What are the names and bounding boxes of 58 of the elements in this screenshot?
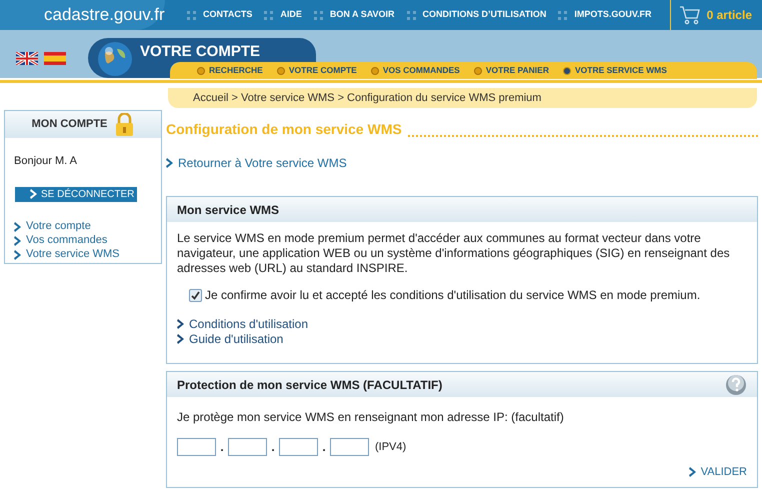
bullet-icon (197, 66, 205, 74)
sidebar-link[interactable]: Vos commandes (26, 232, 108, 249)
account-title: MON COMPTE (32, 117, 108, 132)
protection-text: Je protège mon service WMS en renseignant mon adresse IP: (facultatif) (176, 409, 565, 426)
greeting: Bonjour M. A (14, 154, 78, 169)
nav-tab[interactable]: RECHERCHE (197, 64, 263, 77)
ip-version: (IPV4) (375, 440, 406, 455)
ip-separator: . (270, 439, 276, 456)
ip-octet-field[interactable] (330, 438, 369, 456)
confirm-label: Je confirme avoir lu et accepté les conditions d'utilisation du service WMS en mode premium. (205, 287, 700, 304)
submit-link[interactable]: VALIDER (700, 464, 747, 480)
description: Le service WMS en mode premium permet d'accéder aux communes au format vecteur dans votre navigateur, une application WEB ou un système d'informations géographiques (SIG) en renseignant des adresses web (URL) au standard INSPIRE. (176, 231, 731, 276)
logout-button[interactable]: SE DÉCONNECTER (15, 186, 137, 202)
page-title: Configuration de mon service WMS (166, 120, 402, 139)
doc-link[interactable]: Guide d'utilisation (189, 330, 284, 348)
chevron-icon (166, 158, 173, 168)
cart-icon[interactable] (678, 5, 701, 25)
check-icon (191, 290, 200, 300)
sidebar-link[interactable]: Votre service WMS (26, 246, 120, 263)
breadcrumb: Accueil > Votre service WMS > Configuration du service WMS premium (193, 90, 542, 106)
ip-octet-field[interactable] (228, 438, 267, 456)
ip-separator: . (219, 439, 225, 456)
panel-title: Mon service WMS (177, 202, 280, 218)
nav-tab[interactable]: VOTRE SERVICE WMS (562, 64, 667, 77)
header-link[interactable]: IMPOTS.GOUV.FR (574, 8, 652, 22)
bullet-icon (276, 66, 285, 74)
chevron-icon (30, 189, 37, 199)
help-icon[interactable] (725, 374, 747, 396)
bullet-icon (370, 66, 379, 74)
confirm-checkbox[interactable] (189, 288, 202, 302)
globe-icon (97, 41, 133, 77)
ip-octet-field[interactable] (279, 438, 318, 456)
dots-icon (314, 10, 323, 20)
section-title: VOTRE COMPTE (140, 42, 260, 62)
bullet-icon (474, 66, 482, 74)
doc-link[interactable]: Conditions d'utilisation (189, 314, 308, 332)
nav-tab[interactable]: VOS COMMANDES (370, 64, 460, 77)
bullet-icon (562, 66, 571, 74)
header-link[interactable]: BON A SAVOIR (330, 8, 395, 22)
header-link[interactable]: CONDITIONS D’UTILISATION (422, 8, 546, 22)
ip-separator: . (321, 439, 327, 456)
sidebar-link[interactable]: Votre compte (26, 218, 91, 235)
dots-icon (558, 10, 568, 20)
padlock-icon (115, 113, 134, 136)
nav-tab[interactable]: VOTRE COMPTE (276, 64, 357, 77)
nav-tab[interactable]: VOTRE PANIER (474, 64, 549, 77)
chevron-icon (688, 466, 696, 477)
uk-flag-icon[interactable] (16, 52, 38, 65)
cart-count[interactable]: 0 article (706, 6, 752, 24)
dots-icon (264, 10, 274, 20)
header-link[interactable]: AIDE (280, 8, 302, 22)
dots-icon (187, 10, 196, 20)
spain-flag-icon[interactable] (44, 52, 66, 65)
back-link[interactable]: Retourner à Votre service WMS (178, 154, 347, 172)
dots-icon (406, 10, 416, 20)
header-link[interactable]: CONTACTS (203, 8, 252, 22)
ip-octet-field[interactable] (177, 438, 216, 456)
panel-title: Protection de mon service WMS (FACULTATIF) (177, 376, 442, 394)
